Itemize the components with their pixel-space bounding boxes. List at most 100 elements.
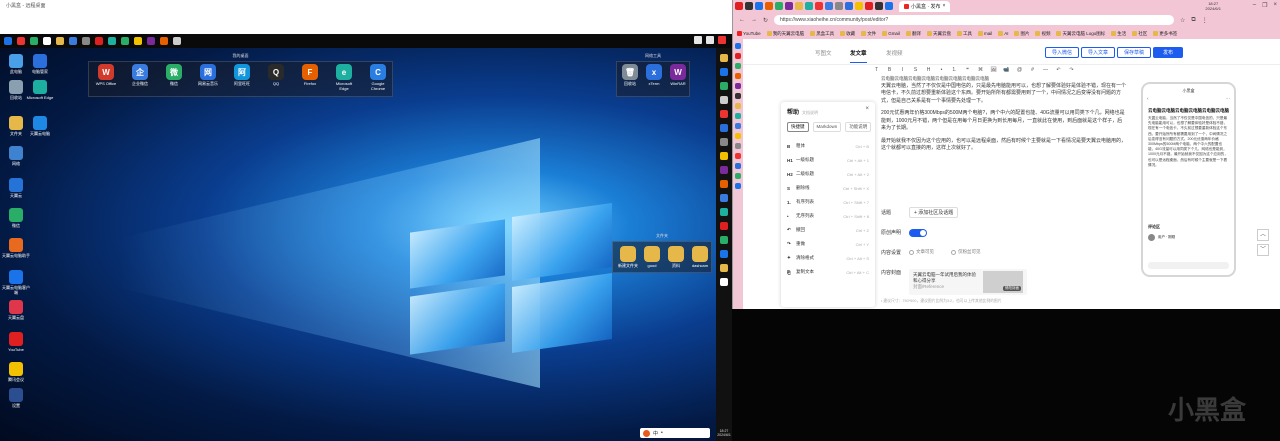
- taskbar-app-icon[interactable]: [720, 250, 728, 258]
- taskbar-app-icon[interactable]: [720, 264, 728, 272]
- desktop-icon[interactable]: 腾讯会议: [2, 362, 30, 382]
- taskbar-app-icon[interactable]: [720, 180, 728, 188]
- pinned-tab[interactable]: [855, 2, 863, 10]
- save-draft-button[interactable]: 保存草稿: [1117, 47, 1152, 58]
- desktop-icon[interactable]: 天翼云盘: [2, 300, 30, 320]
- bookmark-item[interactable]: mail: [977, 31, 992, 36]
- taskbar-app-icon[interactable]: [720, 54, 728, 62]
- taskbar-app-icon[interactable]: [720, 166, 728, 174]
- toolbar-button[interactable]: ↶: [1055, 67, 1062, 73]
- panel-tab-shortcuts[interactable]: 快捷键: [787, 122, 809, 132]
- dock-icon[interactable]: [735, 133, 741, 139]
- panel-tab-markdown[interactable]: Markdown: [812, 122, 842, 132]
- tab-close-icon[interactable]: ×: [942, 3, 945, 9]
- dock-icon[interactable]: [735, 153, 741, 159]
- minimize-icon[interactable]: –: [1253, 2, 1256, 9]
- app-group-item[interactable]: 企企业微信: [127, 64, 153, 86]
- bookmark-item[interactable]: YouTube: [737, 31, 761, 36]
- toolbar-app-icon[interactable]: [95, 37, 103, 45]
- desktop-icon[interactable]: YouTube: [2, 332, 30, 352]
- pinned-tab[interactable]: [815, 2, 823, 10]
- import-wechat-button[interactable]: 导入微信: [1045, 47, 1080, 58]
- url-input[interactable]: https://www.xiaoheihe.cn/community/post/…: [774, 15, 1175, 25]
- star-icon[interactable]: ☆: [1180, 17, 1185, 24]
- import-article-button[interactable]: 导入文章: [1081, 47, 1116, 58]
- bookmark-item[interactable]: AI: [998, 31, 1008, 36]
- files-group-item[interactable]: 新建文件夹: [615, 246, 641, 268]
- close-icon[interactable]: ×: [1273, 2, 1277, 9]
- toolbar-button[interactable]: #: [1029, 67, 1036, 73]
- taskbar-app-icon[interactable]: [720, 82, 728, 90]
- add-topic-button[interactable]: + 添加社区及话题: [909, 207, 959, 218]
- app-group-item[interactable]: 网网易云音乐: [195, 64, 221, 86]
- bookmark-item[interactable]: 翻译: [905, 31, 921, 37]
- app-group-item[interactable]: F Firefox: [297, 64, 323, 86]
- tools-group-item[interactable]: W WinRAR: [665, 64, 691, 86]
- bookmark-item[interactable]: Gmail: [882, 31, 900, 36]
- taskbar-app-icon[interactable]: [720, 208, 728, 216]
- editor-body[interactable]: 云电脑云电脑云电脑云电脑云电脑云电脑云电脑云电脑 天翼云电脑，当然了不仅仅是中国…: [881, 75, 1126, 158]
- tools-group-item[interactable]: x xTerm: [641, 64, 667, 86]
- panel-close-icon[interactable]: ×: [865, 106, 869, 112]
- original-toggle[interactable]: [909, 229, 927, 237]
- desktop-icon[interactable]: 微信: [2, 208, 30, 228]
- toolbar-app-icon[interactable]: [160, 37, 168, 45]
- minimize-button[interactable]: [694, 36, 702, 44]
- toolbar-app-icon[interactable]: [4, 37, 12, 45]
- dock-icon[interactable]: [735, 123, 741, 129]
- scroll-down-button[interactable]: ﹀: [1257, 244, 1269, 256]
- pinned-tab[interactable]: [795, 2, 803, 10]
- toolbar-button[interactable]: •: [938, 67, 945, 73]
- taskbar-clock[interactable]: 18:27 2024/6/1: [716, 429, 732, 437]
- toolbar-button[interactable]: T: [873, 67, 880, 73]
- toolbar-button[interactable]: 1.: [951, 67, 958, 73]
- toolbar-app-icon[interactable]: [147, 37, 155, 45]
- scroll-up-button[interactable]: ︿: [1257, 229, 1269, 241]
- toolbar-button[interactable]: 📹: [1003, 67, 1010, 73]
- bookmark-item[interactable]: 视频: [1035, 31, 1050, 37]
- dock-icon[interactable]: [735, 63, 741, 69]
- taskbar-app-icon[interactable]: [720, 222, 728, 230]
- pinned-tab[interactable]: [845, 2, 853, 10]
- pinned-tab[interactable]: [825, 2, 833, 10]
- taskbar-app-icon[interactable]: [720, 110, 728, 118]
- toolbar-button[interactable]: ❝: [964, 67, 971, 73]
- pinned-tab[interactable]: [775, 2, 783, 10]
- toolbar-app-icon[interactable]: [173, 37, 181, 45]
- taskbar-app-icon[interactable]: [720, 194, 728, 202]
- maximize-button[interactable]: [706, 36, 714, 44]
- app-group-item[interactable]: 阿阿里旺旺: [229, 64, 255, 86]
- taskbar-app-icon[interactable]: [720, 236, 728, 244]
- tab-image-text[interactable]: 写图文: [815, 49, 832, 57]
- bookmark-item[interactable]: 天翼云盘: [926, 31, 951, 37]
- bookmark-item[interactable]: 文件: [861, 31, 876, 37]
- toolbar-button[interactable]: S: [912, 67, 919, 73]
- dock-icon[interactable]: [735, 163, 741, 169]
- toolbar-app-icon[interactable]: [56, 37, 64, 45]
- menu-icon[interactable]: ⋮: [1202, 17, 1208, 24]
- restore-icon[interactable]: ❐: [1262, 2, 1267, 9]
- desktop-icon[interactable]: 天翼云电脑: [26, 116, 54, 136]
- desktop-icon[interactable]: 天翼云电脑客户端: [2, 270, 30, 295]
- close-button[interactable]: [718, 36, 726, 44]
- publish-button[interactable]: 发布: [1153, 47, 1184, 58]
- pinned-tab[interactable]: [875, 2, 883, 10]
- files-group-item[interactable]: 资料: [663, 246, 689, 268]
- tab-video[interactable]: 发视频: [886, 49, 903, 57]
- toolbar-button[interactable]: 🖼: [990, 67, 997, 73]
- visibility-option-public[interactable]: 文章可见: [909, 249, 934, 255]
- dock-icon[interactable]: [735, 73, 741, 79]
- taskbar-app-icon[interactable]: [720, 152, 728, 160]
- pinned-tab[interactable]: [885, 2, 893, 10]
- pinned-tab[interactable]: [835, 2, 843, 10]
- taskbar-app-icon[interactable]: [720, 96, 728, 104]
- desktop-icon[interactable]: Microsoft Edge: [26, 80, 54, 100]
- files-group-item[interactable]: dashcam: [687, 246, 713, 268]
- toolbar-button[interactable]: ⌘: [977, 67, 984, 73]
- desktop-icon[interactable]: 网络: [2, 146, 30, 166]
- app-group-item[interactable]: e Microsoft Edge: [331, 64, 357, 91]
- change-cover-button[interactable]: 修改封面: [1003, 286, 1021, 291]
- app-group-item[interactable]: W WPS Office: [93, 64, 119, 86]
- toolbar-app-icon[interactable]: [30, 37, 38, 45]
- bookmark-item[interactable]: 工具: [956, 31, 972, 37]
